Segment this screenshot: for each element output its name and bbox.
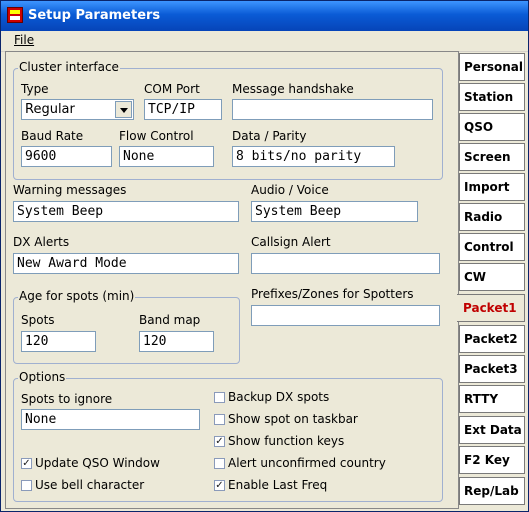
- spots-to-ignore-field[interactable]: None: [21, 409, 200, 430]
- flow-control-field[interactable]: None: [119, 146, 214, 167]
- options-label: Options: [18, 370, 67, 384]
- type-label: Type: [21, 82, 49, 96]
- tab-packet2[interactable]: Packet2: [459, 325, 525, 353]
- show-function-keys-label: Show function keys: [228, 434, 345, 448]
- data-parity-label: Data / Parity: [232, 129, 307, 143]
- backup-dx-spots-checkbox[interactable]: Backup DX spots: [214, 390, 329, 404]
- message-handshake-field[interactable]: [232, 99, 433, 120]
- audio-voice-field[interactable]: System Beep: [251, 201, 418, 222]
- tab-personal[interactable]: Personal: [459, 53, 525, 81]
- age-for-spots-group: Age for spots (min) Spots 120 Band map 1…: [13, 289, 240, 364]
- tab-ext-data[interactable]: Ext Data: [459, 416, 525, 444]
- age-for-spots-label: Age for spots (min): [18, 289, 136, 303]
- warning-messages-label: Warning messages: [13, 183, 127, 197]
- tab-cw[interactable]: CW: [459, 263, 525, 291]
- tab-f2-key[interactable]: F2 Key: [459, 446, 525, 474]
- cluster-interface-label: Cluster interface: [18, 60, 120, 74]
- checkbox-empty-icon[interactable]: [21, 479, 32, 491]
- tab-packet3[interactable]: Packet3: [459, 355, 525, 383]
- show-function-keys-checkbox[interactable]: ✓ Show function keys: [214, 434, 344, 448]
- packet1-panel: Cluster interface Type Regular COM Port …: [5, 51, 459, 509]
- callsign-alert-field[interactable]: [251, 253, 440, 274]
- tab-rtty[interactable]: RTTY: [459, 385, 525, 413]
- checkbox-empty-icon[interactable]: [214, 457, 225, 469]
- data-parity-field[interactable]: 8 bits/no parity: [232, 146, 395, 167]
- window-title: Setup Parameters: [28, 8, 161, 23]
- menu-file[interactable]: File: [14, 33, 34, 47]
- baud-rate-field[interactable]: 9600: [21, 146, 112, 167]
- setup-window: Setup Parameters File Cluster interface …: [0, 0, 529, 512]
- app-icon: [7, 7, 23, 23]
- tab-screen[interactable]: Screen: [459, 143, 525, 171]
- tab-rep-lab[interactable]: Rep/Lab: [459, 477, 525, 505]
- com-port-label: COM Port: [144, 82, 200, 96]
- audio-voice-label: Audio / Voice: [251, 183, 329, 197]
- band-map-field[interactable]: 120: [139, 331, 214, 352]
- checkbox-empty-icon[interactable]: [214, 391, 225, 403]
- options-group: Options Spots to ignore None Backup DX s…: [13, 370, 443, 502]
- spots-field[interactable]: 120: [21, 331, 96, 352]
- com-port-field[interactable]: TCP/IP: [144, 99, 222, 120]
- tab-qso[interactable]: QSO: [459, 113, 525, 141]
- update-qso-window-label: Update QSO Window: [35, 456, 160, 470]
- spots-to-ignore-label: Spots to ignore: [21, 392, 113, 406]
- enable-last-freq-label: Enable Last Freq: [228, 478, 328, 492]
- use-bell-checkbox[interactable]: Use bell character: [21, 478, 144, 492]
- tab-import[interactable]: Import: [459, 173, 525, 201]
- checkmark-icon[interactable]: ✓: [21, 457, 32, 469]
- tab-station[interactable]: Station: [459, 83, 525, 111]
- tab-control[interactable]: Control: [459, 233, 525, 261]
- message-handshake-label: Message handshake: [232, 82, 354, 96]
- chevron-down-icon[interactable]: [115, 101, 132, 118]
- flow-control-label: Flow Control: [119, 129, 194, 143]
- tab-packet1[interactable]: Packet1: [457, 294, 525, 322]
- spots-label: Spots: [21, 313, 55, 327]
- callsign-alert-label: Callsign Alert: [251, 235, 331, 249]
- type-value: Regular: [25, 102, 75, 117]
- menu-bar: File: [1, 31, 528, 52]
- alert-unconfirmed-label: Alert unconfirmed country: [228, 456, 386, 470]
- type-select[interactable]: Regular: [21, 99, 134, 120]
- backup-dx-spots-label: Backup DX spots: [228, 390, 330, 404]
- title-bar[interactable]: Setup Parameters: [1, 1, 528, 31]
- band-map-label: Band map: [139, 313, 201, 327]
- show-spot-taskbar-label: Show spot on taskbar: [228, 412, 358, 426]
- dx-alerts-label: DX Alerts: [13, 235, 70, 249]
- alert-unconfirmed-checkbox[interactable]: Alert unconfirmed country: [214, 456, 386, 470]
- show-spot-taskbar-checkbox[interactable]: Show spot on taskbar: [214, 412, 358, 426]
- warning-messages-field[interactable]: System Beep: [13, 201, 239, 222]
- tab-radio[interactable]: Radio: [459, 203, 525, 231]
- update-qso-window-checkbox[interactable]: ✓ Update QSO Window: [21, 456, 160, 470]
- checkbox-empty-icon[interactable]: [214, 413, 225, 425]
- checkmark-icon[interactable]: ✓: [214, 479, 225, 491]
- dx-alerts-field[interactable]: New Award Mode: [13, 253, 239, 274]
- prefixes-zones-label: Prefixes/Zones for Spotters: [251, 287, 414, 301]
- baud-rate-label: Baud Rate: [21, 129, 84, 143]
- use-bell-label: Use bell character: [35, 478, 145, 492]
- enable-last-freq-checkbox[interactable]: ✓ Enable Last Freq: [214, 478, 327, 492]
- checkmark-icon[interactable]: ✓: [214, 435, 225, 447]
- prefixes-zones-field[interactable]: [251, 305, 440, 326]
- cluster-interface-group: Cluster interface Type Regular COM Port …: [13, 60, 443, 180]
